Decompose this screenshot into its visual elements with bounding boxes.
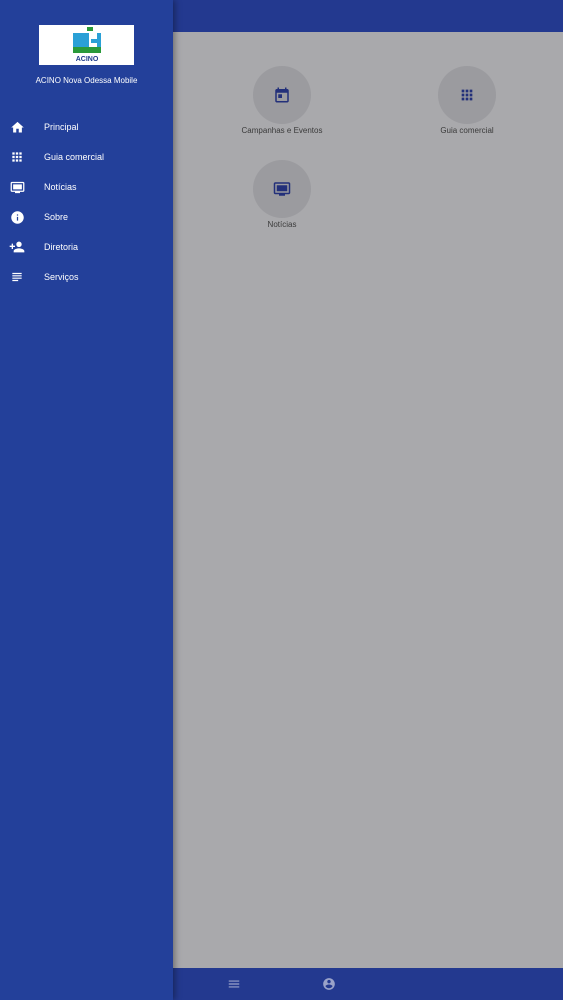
drawer-item-label: Sobre: [44, 212, 69, 222]
tile-label: Notícias: [267, 220, 297, 229]
logo-mark: ACINO: [72, 27, 101, 63]
tile-guia-comercial[interactable]: Guia comercial: [387, 66, 547, 135]
menu-icon[interactable]: [226, 976, 242, 992]
tile-campanhas-eventos[interactable]: Campanhas e Eventos: [202, 66, 362, 135]
tile-circle: [438, 66, 496, 124]
app-title: ACINO Nova Odessa Mobile: [35, 76, 138, 85]
tv-icon: [9, 179, 25, 195]
tile-circle: [253, 66, 311, 124]
tile-noticias[interactable]: Notícias: [202, 160, 362, 229]
home-icon: [9, 119, 25, 135]
drawer-item-guia-comercial[interactable]: Guia comercial: [0, 142, 173, 172]
drawer-item-label: Guia comercial: [44, 152, 105, 162]
drawer-item-servicos[interactable]: Serviços: [0, 262, 173, 292]
drawer-item-label: Notícias: [44, 182, 77, 192]
navigation-drawer: ACINO ACINO Nova Odessa Mobile Principal…: [0, 0, 173, 1000]
notes-icon: [9, 269, 25, 285]
drawer-item-label: Serviços: [44, 272, 79, 282]
tile-label: Guia comercial: [440, 126, 494, 135]
svg-text:ACINO: ACINO: [75, 56, 98, 63]
account-circle-icon[interactable]: [321, 976, 337, 992]
tv-icon: [273, 182, 291, 196]
calendar-icon: [275, 87, 289, 103]
person-add-icon: [9, 239, 25, 255]
tile-label: Campanhas e Eventos: [241, 126, 323, 135]
drawer-menu: Principal Guia comercial Notícias Sobre …: [0, 112, 173, 292]
grid-icon: [9, 149, 25, 165]
drawer-item-noticias[interactable]: Notícias: [0, 172, 173, 202]
drawer-item-diretoria[interactable]: Diretoria: [0, 232, 173, 262]
tile-circle: [253, 160, 311, 218]
drawer-item-principal[interactable]: Principal: [0, 112, 173, 142]
drawer-item-sobre[interactable]: Sobre: [0, 202, 173, 232]
grid-icon: [461, 89, 473, 101]
info-icon: [9, 209, 25, 225]
drawer-item-label: Principal: [44, 122, 79, 132]
acino-logo: ACINO: [39, 25, 134, 65]
drawer-item-label: Diretoria: [44, 242, 79, 252]
